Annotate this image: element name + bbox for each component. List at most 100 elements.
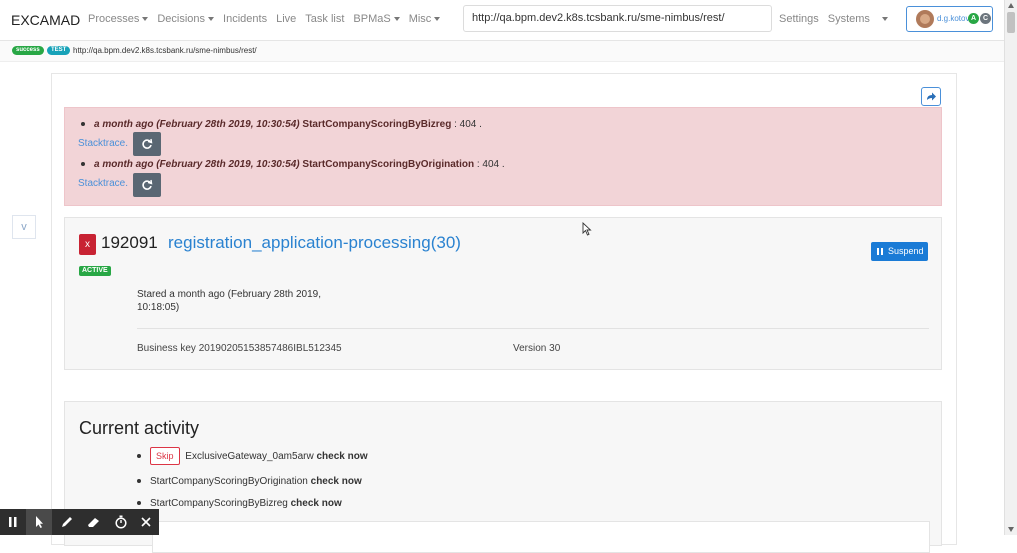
- refresh-icon: [142, 138, 153, 149]
- activity-name: ExclusiveGateway_0am5arw: [185, 451, 314, 462]
- chevron-down-icon: [434, 17, 441, 22]
- bullet: [81, 162, 85, 167]
- server-url-input[interactable]: http://qa.bpm.dev2.k8s.tcsbank.ru/sme-ni…: [463, 5, 772, 32]
- refresh-icon: [142, 179, 153, 190]
- share-button[interactable]: [921, 87, 941, 106]
- terminate-button[interactable]: x: [79, 234, 96, 255]
- scroll-up-icon[interactable]: [1008, 3, 1014, 8]
- incident-item: a month ago (February 28th 2019, 10:30:5…: [81, 119, 482, 130]
- eraser-tool-button[interactable]: [80, 509, 106, 535]
- pause-icon: [9, 517, 17, 527]
- nav-systems-label: Systems: [827, 13, 870, 25]
- chevron-down-icon: [393, 17, 400, 22]
- pen-tool-button[interactable]: [53, 509, 79, 535]
- process-started: Stared a month ago (February 28th 2019, …: [137, 289, 322, 313]
- suspend-label: Suspend: [888, 246, 924, 256]
- activity-item: Skip ExclusiveGateway_0am5arw check now: [137, 447, 368, 465]
- scroll-thumb[interactable]: [1007, 12, 1015, 33]
- page-scrollbar[interactable]: [1004, 0, 1017, 535]
- close-icon: [141, 517, 151, 527]
- incident-code: : 404 .: [454, 119, 482, 130]
- nav-misc-label: Misc: [408, 13, 432, 25]
- incident-alert: a month ago (February 28th 2019, 10:30:5…: [64, 107, 942, 206]
- timer-icon: [115, 515, 127, 529]
- incident-code: : 404 .: [476, 159, 505, 170]
- connection-bar: success TEST http://qa.bpm.dev2.k8s.tcsb…: [0, 41, 1004, 62]
- nav-task-list[interactable]: Task list: [305, 13, 344, 25]
- close-toolbar-button[interactable]: [133, 509, 159, 535]
- business-key: Business key 20190205153857486IBL512345: [137, 343, 342, 354]
- stacktrace-link[interactable]: Stacktrace.: [78, 138, 128, 149]
- env-badge: TEST: [47, 46, 71, 55]
- nav-systems[interactable]: Systems: [828, 13, 897, 25]
- bullet: [81, 122, 85, 127]
- check-now-link[interactable]: check now: [291, 498, 342, 509]
- pause-icon: [877, 248, 883, 255]
- incident-process: StartCompanyScoringByOrigination: [302, 159, 475, 170]
- nav-processes-label: Processes: [88, 13, 140, 25]
- nav-live[interactable]: Live: [276, 13, 296, 25]
- incident-time: a month ago (February 28th 2019, 10:30:5…: [94, 119, 300, 130]
- activity-details-box: [152, 521, 930, 553]
- check-now-link[interactable]: check now: [311, 476, 362, 487]
- check-now-link[interactable]: check now: [316, 451, 367, 462]
- user-name: d.g.kotov: [937, 14, 970, 23]
- bullet: [137, 479, 141, 484]
- main-nav: Processes Decisions Incidents Live Task …: [88, 13, 449, 25]
- status-badge: success: [12, 46, 44, 55]
- activity-item: StartCompanyScoringByBizreg check now: [137, 498, 342, 509]
- pointer-icon: [36, 516, 43, 528]
- collapse-toggle-button[interactable]: v: [12, 215, 36, 239]
- nav-decisions[interactable]: Decisions: [157, 13, 215, 25]
- chevron-down-icon: [881, 17, 888, 22]
- retry-button[interactable]: [133, 173, 161, 197]
- activity-name: StartCompanyScoringByOrigination: [150, 476, 308, 487]
- connection-url: http://qa.bpm.dev2.k8s.tcsbank.ru/sme-ni…: [73, 46, 257, 55]
- pen-icon: [62, 517, 72, 527]
- nav-bpmas-label: BPMaS: [353, 13, 391, 25]
- avatar: [916, 10, 934, 28]
- timer-tool-button[interactable]: [107, 509, 133, 535]
- pause-button[interactable]: [0, 509, 26, 535]
- incident-process: StartCompanyScoringByBizreg: [302, 119, 452, 130]
- nav-live-label: Live: [276, 13, 297, 25]
- chevron-down-icon: [208, 17, 215, 22]
- status-badge: ACTIVE: [79, 266, 111, 276]
- scroll-down-icon[interactable]: [1008, 527, 1014, 532]
- stacktrace-link[interactable]: Stacktrace.: [78, 178, 128, 189]
- section-title: Current activity: [79, 418, 200, 438]
- nav-bpmas[interactable]: BPMaS: [353, 13, 400, 25]
- share-icon: [927, 92, 936, 101]
- bullet: [137, 501, 141, 506]
- bullet: [137, 454, 141, 459]
- role-badge-c: C: [980, 13, 991, 24]
- user-menu-button[interactable]: d.g.kotov A C: [906, 6, 993, 32]
- nav-right: Settings Systems ?: [779, 13, 926, 25]
- nav-incidents-label: Incidents: [223, 13, 268, 25]
- suspend-button[interactable]: Suspend: [871, 242, 928, 261]
- process-instance-panel: x 192091 registration_application-proces…: [64, 217, 942, 370]
- skip-button[interactable]: Skip: [150, 447, 180, 465]
- incident-time: a month ago (February 28th 2019, 10:30:5…: [94, 159, 300, 170]
- nav-processes[interactable]: Processes: [88, 13, 149, 25]
- nav-decisions-label: Decisions: [157, 13, 206, 25]
- brand-logo[interactable]: EXCAMAD: [11, 12, 80, 28]
- eraser-icon: [88, 518, 99, 527]
- mouse-cursor-icon: [582, 222, 592, 236]
- role-badge-a: A: [968, 13, 979, 24]
- nav-misc[interactable]: Misc: [409, 13, 441, 25]
- incident-item: a month ago (February 28th 2019, 10:30:5…: [81, 159, 505, 170]
- nav-task-list-label: Task list: [305, 13, 345, 25]
- nav-incidents[interactable]: Incidents: [223, 13, 267, 25]
- activity-name: StartCompanyScoringByBizreg: [150, 498, 288, 509]
- process-definition-link[interactable]: registration_application-processing(30): [168, 233, 461, 253]
- nav-settings[interactable]: Settings: [779, 13, 819, 25]
- current-activity-panel: Current activity Skip ExclusiveGateway_0…: [64, 401, 942, 553]
- chevron-down-icon: [142, 17, 149, 22]
- process-version: Version 30: [513, 343, 561, 354]
- activity-item: StartCompanyScoringByOrigination check n…: [137, 476, 362, 487]
- retry-button[interactable]: [133, 132, 161, 156]
- pointer-tool-button[interactable]: [26, 509, 52, 535]
- top-navbar: EXCAMAD Processes Decisions Incidents Li…: [0, 0, 1004, 41]
- recorder-toolbar: [0, 509, 159, 535]
